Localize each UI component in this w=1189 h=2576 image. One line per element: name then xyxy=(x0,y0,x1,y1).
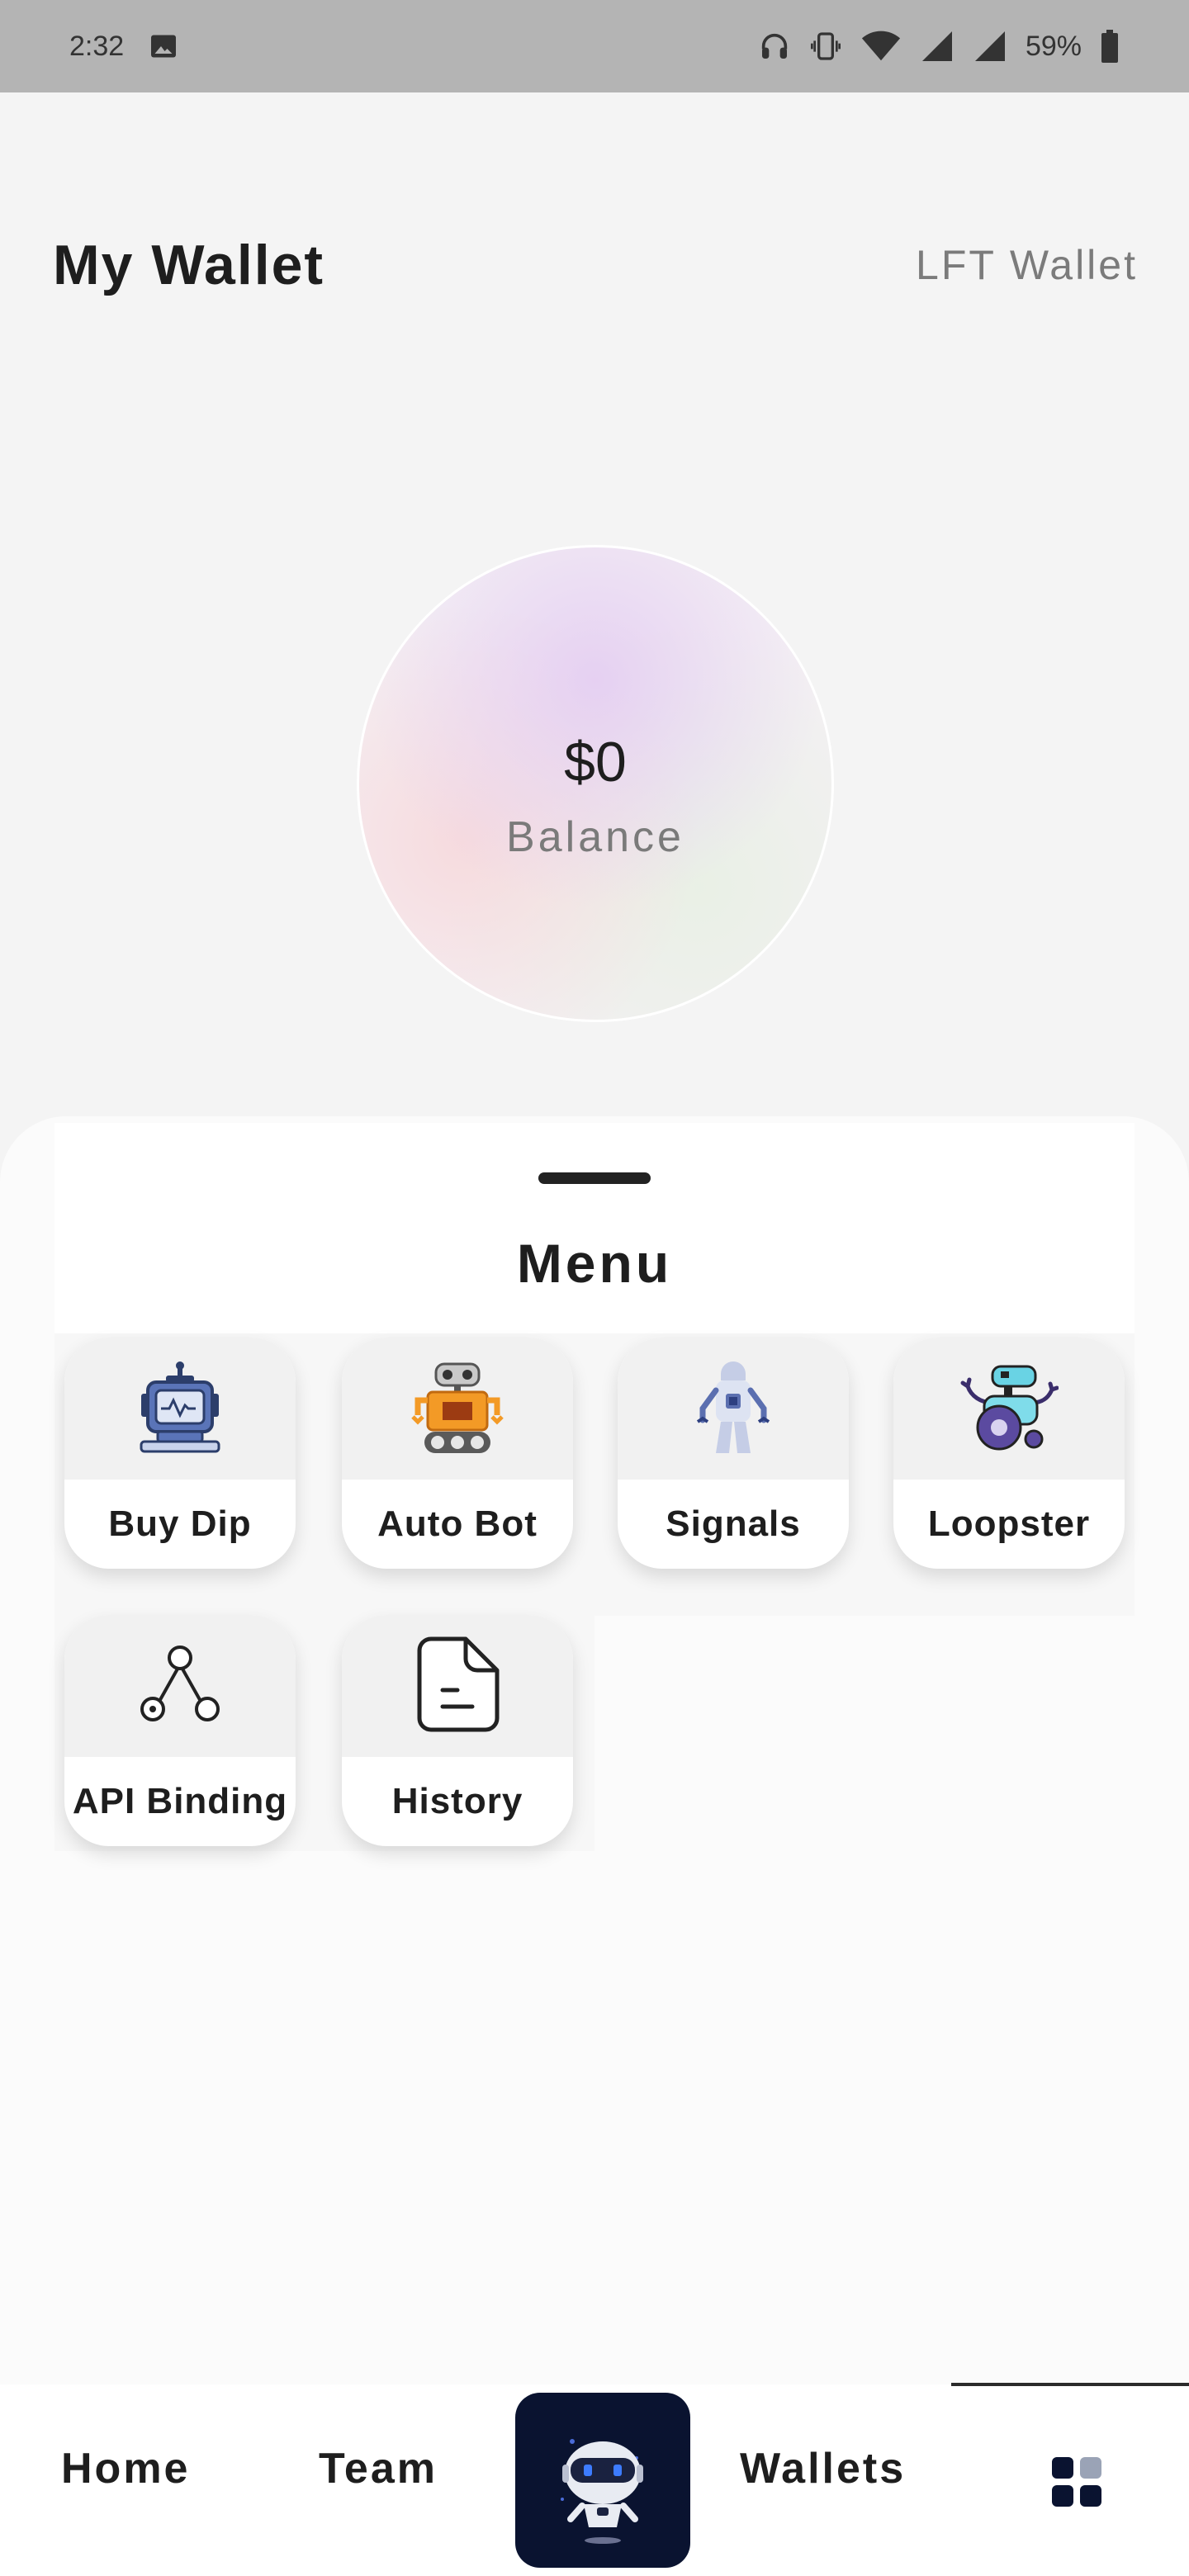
battery-percent: 59% xyxy=(1025,30,1082,62)
menu-item-label: Loopster xyxy=(927,1503,1091,1544)
vibrate-icon xyxy=(809,30,842,63)
nav-team[interactable]: Team xyxy=(319,2444,438,2493)
menu-sheet-header xyxy=(54,1123,1135,1333)
cell-signal-icon xyxy=(920,30,955,63)
status-time: 2:32 xyxy=(69,30,125,62)
menu-item-label: History xyxy=(391,1781,523,1821)
nav-active-indicator xyxy=(951,2383,1189,2386)
wheel-robot-icon xyxy=(959,1361,1059,1456)
lft-wallet-link[interactable]: LFT Wallet xyxy=(916,241,1138,289)
nav-wallets[interactable]: Wallets xyxy=(740,2444,906,2493)
nav-center-robot-button[interactable] xyxy=(515,2393,690,2568)
orange-tracked-robot-icon xyxy=(408,1357,507,1461)
image-notification-icon xyxy=(149,31,178,61)
humanoid-robot-icon xyxy=(688,1357,779,1461)
menu-item-label: Signals xyxy=(666,1503,801,1544)
menu-item-auto-bot[interactable]: Auto Bot xyxy=(342,1338,573,1569)
menu-item-label: Auto Bot xyxy=(377,1503,538,1544)
headphones-icon xyxy=(758,30,791,63)
robot-mascot-icon xyxy=(533,2408,673,2553)
menu-item-api-binding[interactable]: API Binding xyxy=(64,1615,296,1846)
monitor-robot-icon xyxy=(135,1359,225,1459)
document-icon xyxy=(414,1636,500,1737)
cell-signal-icon-2 xyxy=(973,30,1007,63)
balance-amount: $0 xyxy=(564,731,627,793)
wifi-icon xyxy=(860,30,902,63)
page-title: My Wallet xyxy=(53,234,325,296)
drag-handle[interactable] xyxy=(538,1172,651,1184)
menu-title: Menu xyxy=(516,1233,673,1294)
balance-orb: $0 Balance xyxy=(357,545,834,1022)
balance-label: Balance xyxy=(506,813,685,861)
grid-menu-icon xyxy=(1050,2457,1103,2512)
menu-item-signals[interactable]: Signals xyxy=(618,1338,849,1569)
menu-item-buy-dip[interactable]: Buy Dip xyxy=(64,1338,296,1569)
menu-item-label: Buy Dip xyxy=(108,1503,252,1544)
status-bar: 2:32 59% xyxy=(0,0,1189,92)
nav-menu-button[interactable] xyxy=(1050,2455,1103,2508)
nav-home[interactable]: Home xyxy=(61,2444,190,2493)
menu-item-history[interactable]: History xyxy=(342,1615,573,1846)
menu-item-loopster[interactable]: Loopster xyxy=(893,1338,1125,1569)
network-nodes-icon xyxy=(135,1643,225,1730)
battery-icon xyxy=(1100,30,1120,63)
menu-item-label: API Binding xyxy=(72,1781,288,1821)
